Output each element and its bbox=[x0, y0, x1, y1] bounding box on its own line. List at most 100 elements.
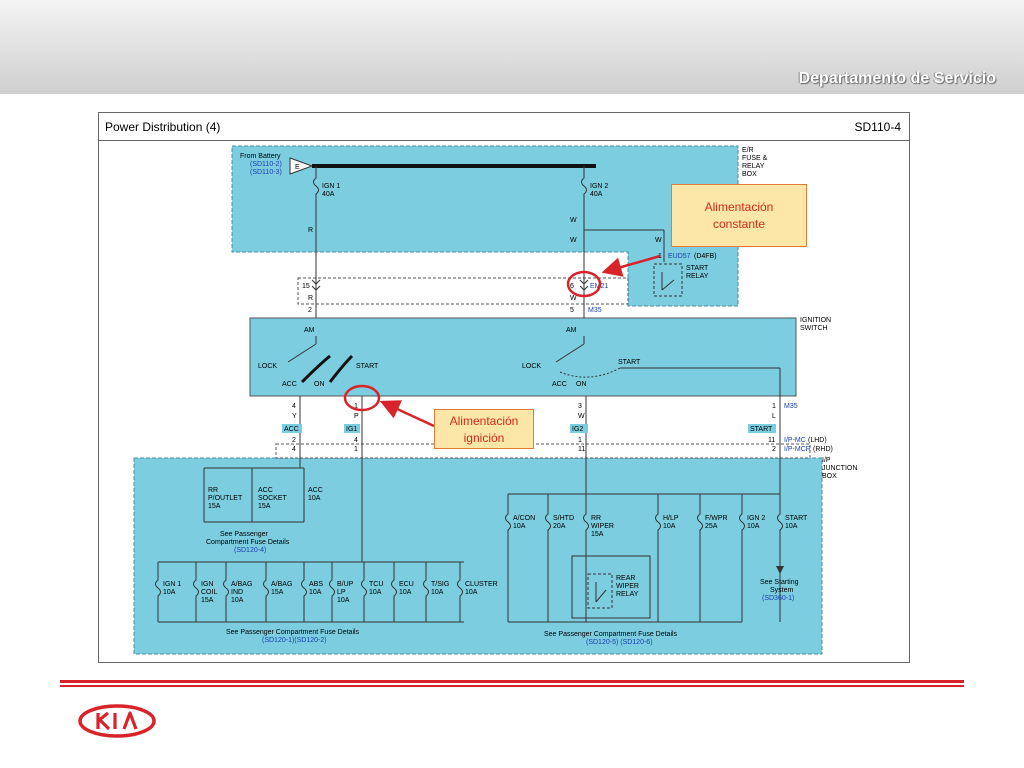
svg-text:SWITCH: SWITCH bbox=[800, 325, 828, 332]
ip-junction-label: I/P JUNCTION BOX bbox=[822, 457, 857, 480]
svg-text:15A: 15A bbox=[208, 503, 221, 510]
right-fuse-label: A/CON bbox=[513, 515, 535, 522]
svg-text:LOCK: LOCK bbox=[522, 363, 541, 370]
svg-text:10A: 10A bbox=[308, 495, 321, 502]
svg-text:IG2: IG2 bbox=[572, 426, 583, 433]
svg-text:IG1: IG1 bbox=[346, 426, 357, 433]
svg-text:1: 1 bbox=[578, 437, 582, 444]
svg-text:E/R: E/R bbox=[742, 147, 754, 154]
bottom-left-fuse-label: CLUSTER bbox=[465, 581, 498, 588]
svg-text:RELAY: RELAY bbox=[616, 591, 639, 598]
svg-text:ACC: ACC bbox=[308, 487, 323, 494]
bottom-left-fuse-label: 10A bbox=[163, 589, 176, 596]
bottom-left-fuse-label: 10A bbox=[337, 597, 350, 604]
right-fuse-label: H/LP bbox=[663, 515, 679, 522]
fuse-ign1-name: IGN 1 bbox=[322, 183, 340, 190]
bottom-left-fuse-label: COIL bbox=[201, 589, 217, 596]
svg-text:RELAY: RELAY bbox=[686, 273, 709, 280]
svg-text:P/OUTLET: P/OUTLET bbox=[208, 495, 243, 502]
svg-text:(RHD): (RHD) bbox=[813, 446, 833, 453]
svg-text:W: W bbox=[570, 295, 577, 302]
bottom-left-fuse-label: 10A bbox=[465, 589, 478, 596]
svg-text:4: 4 bbox=[292, 446, 296, 453]
bottom-left-fuse-label: 15A bbox=[201, 597, 214, 604]
bottom-left-fuse-label: A/BAG bbox=[271, 581, 292, 588]
bottom-left-fuse-label: B/UP bbox=[337, 581, 354, 588]
connector-eud57: EUD57 bbox=[668, 253, 691, 260]
switch-right-am: AM bbox=[566, 327, 577, 334]
svg-text:(SD120-1)(SD120-2): (SD120-1)(SD120-2) bbox=[262, 637, 327, 644]
kia-logo bbox=[78, 704, 156, 738]
svg-text:E: E bbox=[295, 164, 300, 171]
svg-text:5: 5 bbox=[570, 307, 574, 314]
right-fuse-label: WIPER bbox=[591, 523, 614, 530]
svg-text:System: System bbox=[770, 587, 794, 594]
bottom-left-fuse-label: 15A bbox=[271, 589, 284, 596]
er-box-label: E/R FUSE & RELAY BOX bbox=[742, 147, 768, 178]
svg-text:ACC: ACC bbox=[282, 381, 297, 388]
bottom-left-fuse-label: LP bbox=[337, 589, 346, 596]
svg-text:R: R bbox=[308, 295, 313, 302]
svg-text:ON: ON bbox=[576, 381, 587, 388]
svg-text:2: 2 bbox=[308, 307, 312, 314]
svg-text:Compartment Fuse Details: Compartment Fuse Details bbox=[206, 539, 290, 546]
bottom-left-fuse-label: IND bbox=[231, 589, 243, 596]
svg-text:M35: M35 bbox=[588, 307, 602, 314]
svg-text:START: START bbox=[618, 359, 641, 366]
svg-text:START: START bbox=[356, 363, 379, 370]
battery-label: From Battery bbox=[240, 153, 281, 160]
svg-text:See Passenger: See Passenger bbox=[220, 531, 269, 538]
svg-text:P: P bbox=[354, 413, 359, 420]
svg-text:See Starting: See Starting bbox=[760, 579, 799, 586]
bottom-left-fuse-label: 10A bbox=[399, 589, 412, 596]
svg-text:I/P-MCR: I/P-MCR bbox=[784, 446, 811, 453]
svg-text:W: W bbox=[655, 237, 662, 244]
svg-text:BOX: BOX bbox=[742, 171, 757, 178]
callout-constant-power: Alimentación constante bbox=[671, 184, 807, 247]
svg-text:I/P-MC: I/P-MC bbox=[784, 437, 806, 444]
ip-junction-box bbox=[133, 457, 823, 655]
svg-text:SOCKET: SOCKET bbox=[258, 495, 288, 502]
svg-text:See Passenger Compartment Fuse: See Passenger Compartment Fuse Details bbox=[544, 631, 678, 638]
svg-text:I/P: I/P bbox=[822, 457, 831, 464]
wiring-diagram: E/R FUSE & RELAY BOX IGNITION SWITCH I/P… bbox=[133, 145, 857, 655]
svg-text:REAR: REAR bbox=[616, 575, 635, 582]
svg-text:JUNCTION: JUNCTION bbox=[822, 465, 857, 472]
svg-text:Y: Y bbox=[292, 413, 297, 420]
svg-text:ON: ON bbox=[314, 381, 325, 388]
ignition-switch-box bbox=[249, 317, 797, 397]
ignition-switch-label: IGNITION SWITCH bbox=[800, 317, 831, 332]
svg-text:40A: 40A bbox=[590, 191, 603, 198]
svg-text:2: 2 bbox=[292, 437, 296, 444]
bottom-left-fuse-label: IGN 1 bbox=[163, 581, 181, 588]
bottom-left-fuse-label: 10A bbox=[369, 589, 382, 596]
callout-ignition-power: Alimentación ignición bbox=[434, 409, 534, 449]
bottom-left-fuse-label: ECU bbox=[399, 581, 414, 588]
svg-text:M35: M35 bbox=[784, 403, 798, 410]
right-fuse-label: S/HTD bbox=[553, 515, 574, 522]
svg-text:W: W bbox=[570, 237, 577, 244]
bottom-left-fuse-label: T/SIG bbox=[431, 581, 449, 588]
arrow-ignition bbox=[379, 400, 435, 428]
svg-text:RR: RR bbox=[208, 487, 218, 494]
bottom-left-fuse-label: IGN bbox=[201, 581, 213, 588]
svg-text:(D4FB): (D4FB) bbox=[694, 253, 717, 260]
right-fuse-label: START bbox=[785, 515, 808, 522]
right-fuse-label: IGN 2 bbox=[747, 515, 765, 522]
svg-text:3: 3 bbox=[578, 403, 582, 410]
fuse-ign2-name: IGN 2 bbox=[590, 183, 608, 190]
svg-text:2: 2 bbox=[772, 446, 776, 453]
svg-text:W: W bbox=[570, 217, 577, 224]
svg-text:IGNITION: IGNITION bbox=[800, 317, 831, 324]
right-fuse-label: 10A bbox=[747, 523, 760, 530]
svg-text:START: START bbox=[686, 265, 709, 272]
svg-text:FUSE &: FUSE & bbox=[742, 155, 768, 162]
svg-text:(SD110-3): (SD110-3) bbox=[250, 169, 282, 176]
bottom-left-fuse-label: 10A bbox=[309, 589, 322, 596]
svg-text:See Passenger Compartment Fuse: See Passenger Compartment Fuse Details bbox=[226, 629, 360, 636]
svg-text:ACC: ACC bbox=[552, 381, 567, 388]
svg-text:R: R bbox=[308, 227, 313, 234]
bottom-left-fuse-label: 10A bbox=[431, 589, 444, 596]
bottom-left-fuse-label: ABS bbox=[309, 581, 323, 588]
switch-left-am: AM bbox=[304, 327, 315, 334]
